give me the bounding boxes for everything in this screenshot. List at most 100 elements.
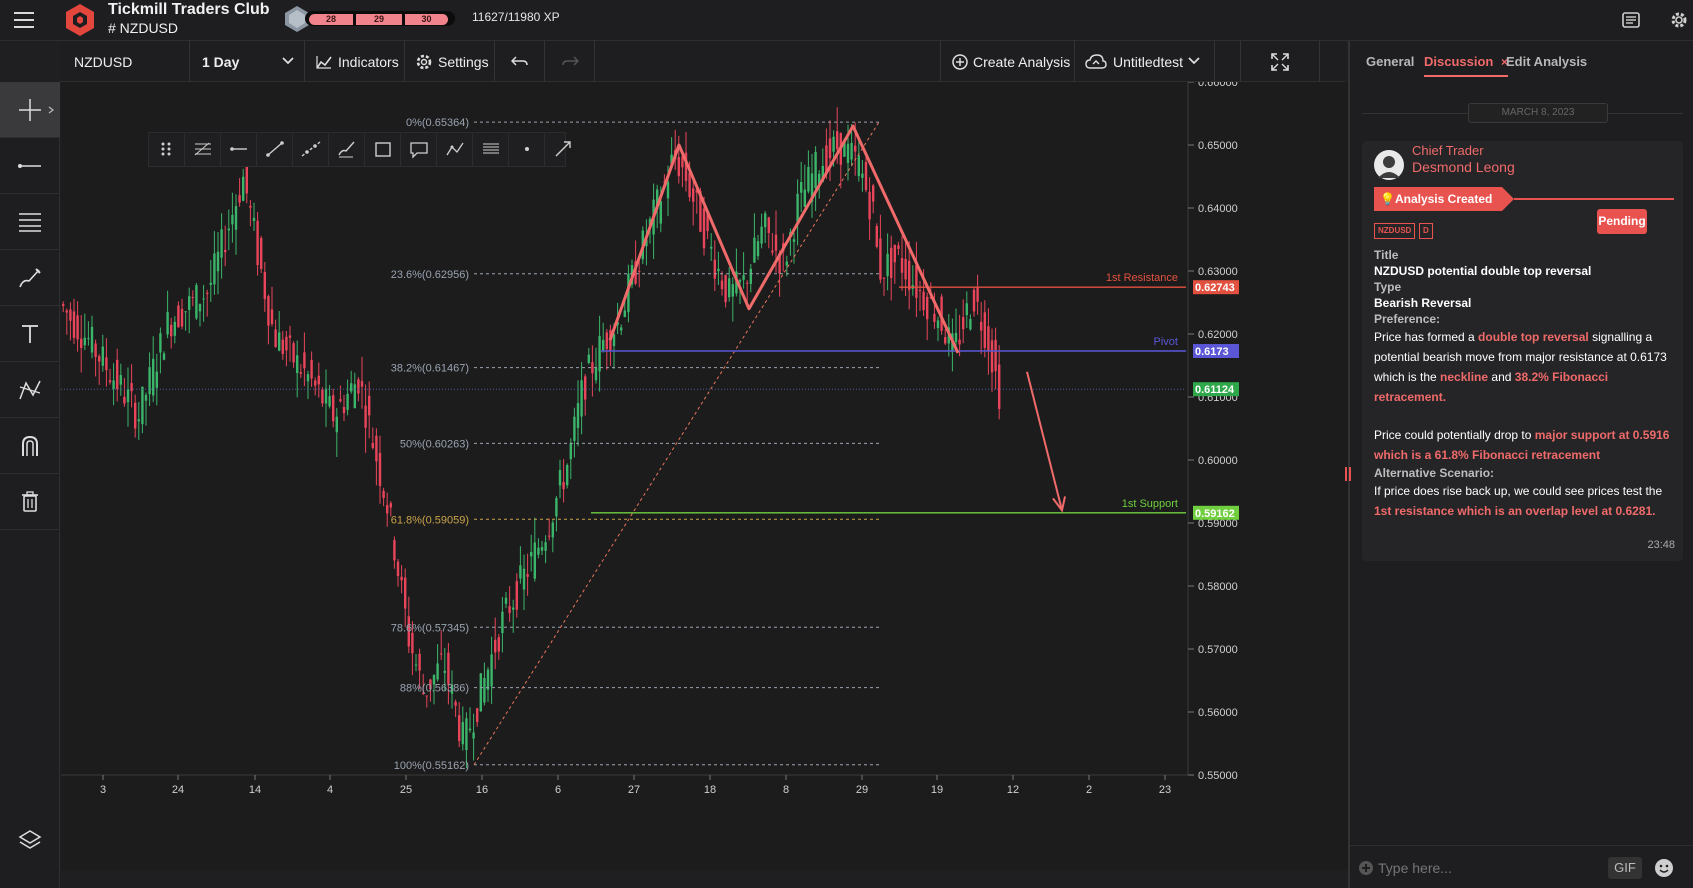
- candle-body: [846, 143, 850, 163]
- candle-body: [850, 142, 853, 160]
- emoji-icon[interactable]: [1654, 858, 1674, 878]
- candle-body: [936, 320, 940, 328]
- path-button[interactable]: [437, 133, 473, 166]
- candle-body: [177, 305, 180, 328]
- candle-body: [796, 193, 799, 222]
- horizontal-ray-button[interactable]: [221, 133, 257, 166]
- candle-body: [713, 259, 716, 279]
- callout-button[interactable]: [401, 133, 437, 166]
- chart-svg[interactable]: 0.660000.650000.640000.630000.620000.610…: [61, 82, 1348, 870]
- watchlist-icon[interactable]: [1620, 9, 1642, 31]
- trend-line-button[interactable]: [257, 133, 293, 166]
- candle-body: [594, 367, 598, 381]
- avatar: [1374, 150, 1404, 180]
- layout-select[interactable]: Untitledtest: [1075, 41, 1215, 82]
- candle-body: [623, 310, 626, 318]
- candle-body: [191, 296, 194, 298]
- tag-interval: D: [1419, 223, 1433, 239]
- pattern-tool[interactable]: [0, 362, 60, 418]
- tab-edit-analysis[interactable]: Edit Analysis: [1506, 54, 1587, 69]
- text-tool[interactable]: [0, 306, 60, 362]
- candle-body: [998, 364, 1001, 410]
- drag-handle-button[interactable]: [149, 133, 185, 166]
- pending-status-button[interactable]: Pending: [1597, 209, 1647, 234]
- candle-body: [861, 173, 864, 178]
- symbol-search[interactable]: NZDUSD: [60, 41, 190, 82]
- dot-button[interactable]: [509, 133, 545, 166]
- candle-body: [926, 296, 929, 320]
- indicators-label: Indicators: [338, 53, 399, 70]
- candle-body: [515, 581, 518, 610]
- fib-tool[interactable]: [0, 194, 60, 250]
- candle-body: [987, 326, 990, 352]
- candle-body: [393, 540, 396, 561]
- candle-body: [692, 188, 695, 202]
- delete-drawings-tool[interactable]: [0, 474, 60, 530]
- candle-body: [360, 380, 364, 387]
- xp-progress-bar: 28 29 30: [305, 11, 455, 26]
- layers-tool[interactable]: [0, 812, 60, 868]
- candle-body: [267, 296, 270, 326]
- candle-body: [389, 503, 392, 508]
- candle-body: [346, 393, 349, 410]
- candle-body: [288, 335, 292, 338]
- crosshair-tool[interactable]: [0, 82, 60, 138]
- candle-body: [904, 258, 907, 280]
- interval-label: 1 Day: [202, 53, 240, 70]
- candle-body: [90, 326, 94, 353]
- candle-body: [299, 372, 302, 374]
- extended-line-button[interactable]: [293, 133, 329, 166]
- undo-button[interactable]: [495, 41, 545, 82]
- candle-body: [666, 181, 670, 199]
- settings-button[interactable]: Settings: [405, 41, 495, 82]
- candle-body: [530, 552, 533, 557]
- current-price-badge: 0.61124: [1195, 384, 1235, 396]
- candle-body: [522, 568, 526, 590]
- tab-general[interactable]: General: [1366, 54, 1414, 69]
- candle-body: [479, 673, 482, 712]
- candle-body: [702, 208, 706, 249]
- candle-body: [184, 311, 187, 313]
- rectangle-button[interactable]: [365, 133, 401, 166]
- tab-discussion[interactable]: Discussion ×: [1424, 54, 1508, 77]
- candle-body: [933, 313, 936, 322]
- message-input[interactable]: [1378, 856, 1598, 880]
- price-chart[interactable]: 0.66000 0.65000 0.64000 0.63000 0.62000 0.610…: [61, 82, 1348, 870]
- panel-resize-handle[interactable]: [1345, 467, 1351, 481]
- candle-body: [249, 205, 252, 208]
- candle-body: [483, 677, 486, 703]
- redo-button[interactable]: [545, 41, 595, 82]
- fullscreen-button[interactable]: [1240, 41, 1320, 82]
- candle-body: [468, 728, 472, 731]
- candle-body: [803, 189, 806, 207]
- parallel-channel-button[interactable]: [473, 133, 509, 166]
- time-tick-label: 8: [783, 784, 789, 796]
- candle-body: [76, 315, 79, 340]
- time-tick-label: 4: [327, 784, 333, 796]
- brush-tool[interactable]: [0, 250, 60, 306]
- candle-body: [879, 238, 882, 280]
- brush-button[interactable]: [329, 133, 365, 166]
- menu-icon[interactable]: [14, 12, 34, 28]
- magnet-tool[interactable]: [0, 418, 60, 474]
- arrow-line-button[interactable]: [545, 133, 581, 166]
- add-circle-icon[interactable]: [1358, 860, 1374, 876]
- create-analysis-button[interactable]: Create Analysis: [940, 41, 1075, 82]
- left-drawing-tools: [0, 82, 60, 888]
- fib-lines-icon: [19, 212, 41, 232]
- fib-retracement-button[interactable]: [185, 133, 221, 166]
- indicators-button[interactable]: Indicators: [305, 41, 405, 82]
- trend-line-tool[interactable]: [0, 138, 60, 194]
- interval-select[interactable]: 1 Day: [190, 41, 305, 82]
- time-tick-label: 25: [400, 784, 412, 796]
- gif-button[interactable]: GIF: [1608, 857, 1642, 879]
- fib-level-label: 38.2%(0.61467): [391, 363, 469, 375]
- gear-icon[interactable]: [1668, 9, 1690, 31]
- candle-body: [278, 332, 281, 351]
- candle-body: [180, 308, 184, 327]
- candle-body: [270, 309, 274, 324]
- preference-label: Preference:: [1374, 312, 1441, 326]
- pref-text-1: Price has formed a: [1374, 330, 1479, 344]
- club-name: Tickmill Traders Club: [108, 1, 270, 18]
- candle-body: [101, 346, 104, 366]
